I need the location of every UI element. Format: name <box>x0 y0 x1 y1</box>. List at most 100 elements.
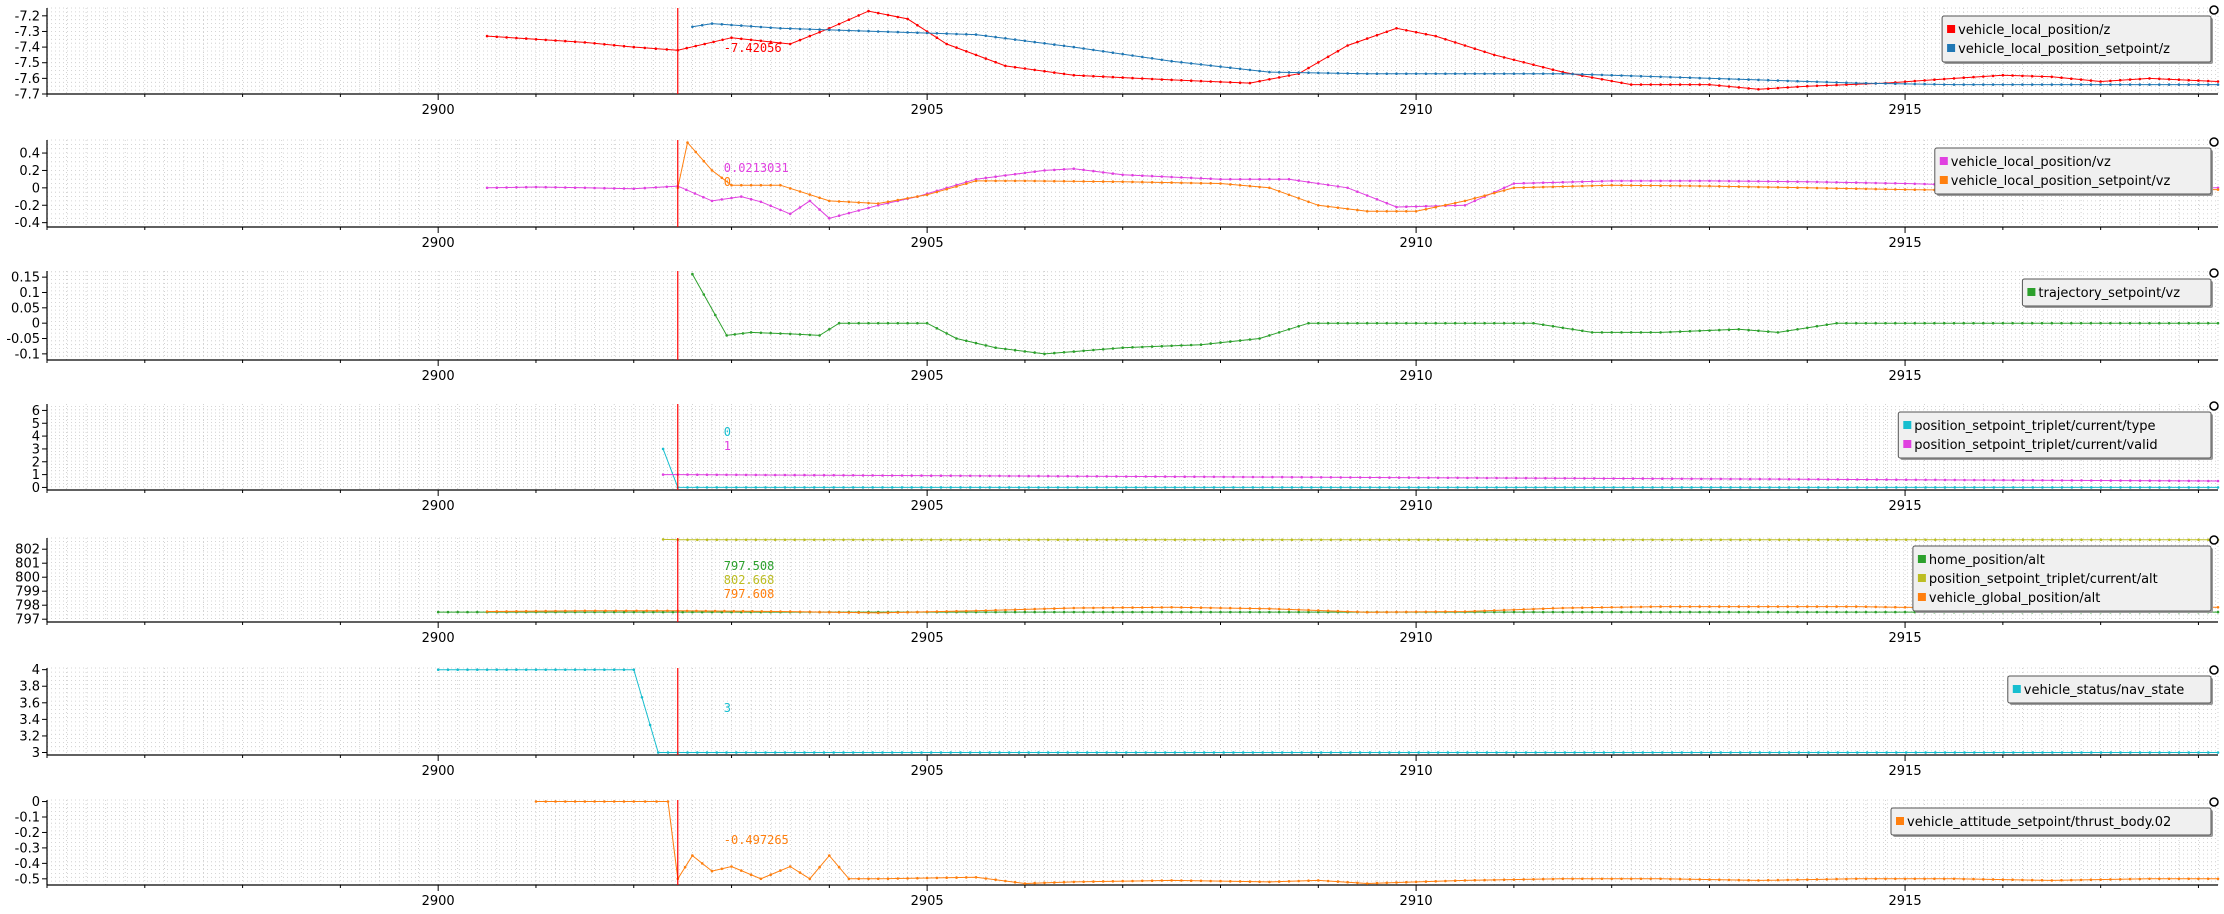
data-point <box>1787 477 1791 481</box>
grid-horizontal <box>47 667 2218 756</box>
data-point <box>1747 185 1750 189</box>
y-tick-label: 0 <box>32 181 40 196</box>
plot-panel-3[interactable]: 0.150.10.050-0.05-0.12900 2905 2910 2915tra… <box>6 268 2220 384</box>
legend[interactable]: position_setpoint_triplet/current/typepo… <box>1897 411 2213 460</box>
data-point <box>939 538 943 542</box>
legend[interactable]: home_position/altposition_setpoint_tripl… <box>1912 545 2213 613</box>
data-point <box>1356 72 1359 75</box>
x-tick-label: 2915 <box>1889 369 1922 384</box>
legend[interactable]: vehicle_local_position/zvehicle_local_po… <box>1941 15 2213 64</box>
data-point <box>1708 605 1711 608</box>
data-point <box>1027 538 1030 542</box>
data-point <box>783 751 787 754</box>
legend-label: position_setpoint_triplet/current/alt <box>1929 572 2158 587</box>
plot-panel-1[interactable]: -7.2-7.3-7.4-7.5-7.6-7.72900 2905 2910 2915… <box>15 5 2220 118</box>
data-point <box>1170 610 1173 614</box>
data-point <box>725 473 728 477</box>
data-point <box>1466 538 1469 542</box>
plot-panel-5[interactable]: 8028018007997987972900 2905 2910 2915797.50… <box>15 535 2220 646</box>
data-point <box>1600 78 1604 81</box>
data-point <box>1727 77 1731 81</box>
data-point <box>1659 605 1662 608</box>
data-point <box>1287 880 1291 883</box>
data-point <box>1365 210 1369 213</box>
data-point <box>925 31 929 35</box>
data-point <box>1463 44 1467 47</box>
data-point <box>2001 321 2005 325</box>
data-point <box>1199 79 1203 83</box>
plot-panel-7[interactable]: 0-0.1-0.2-0.3-0.4-0.52900 2905 2910 2915-0.… <box>15 795 2220 909</box>
panel-close-icon[interactable] <box>2209 665 2219 675</box>
legend[interactable]: vehicle_status/nav_state <box>2007 675 2213 705</box>
data-point <box>1056 538 1060 542</box>
data-point <box>1698 329 1701 333</box>
panel-close-icon[interactable] <box>2209 137 2219 147</box>
data-point <box>2109 751 2113 754</box>
data-point <box>1280 486 1284 489</box>
data-point <box>1602 751 1606 754</box>
panel-close-icon[interactable] <box>2209 797 2219 807</box>
data-point <box>1924 538 1927 542</box>
data-point <box>1339 486 1342 489</box>
legend[interactable]: trajectory_setpoint/vz <box>2021 278 2213 308</box>
data-point <box>2060 321 2063 325</box>
data-point <box>1778 477 1781 481</box>
grid-vertical <box>46 538 2219 622</box>
data-point <box>1033 40 1036 44</box>
data-point <box>945 42 948 46</box>
data-point <box>1502 608 1506 612</box>
data-point <box>1581 180 1584 183</box>
data-point <box>2099 83 2102 86</box>
data-point <box>1336 49 1340 53</box>
plot-panel-6[interactable]: 43.83.63.43.232900 2905 2910 29153vehicle_s… <box>19 663 2220 779</box>
data-point <box>1690 477 1693 481</box>
data-point <box>744 538 748 542</box>
plot-panel-4[interactable]: 65432102900 2905 2910 291501position_setpoi… <box>32 401 2220 514</box>
data-point <box>1806 186 1809 190</box>
data-point <box>1962 83 1965 86</box>
data-point <box>779 208 782 212</box>
data-point <box>1238 880 1242 883</box>
data-point <box>818 865 821 869</box>
data-point <box>1551 877 1555 881</box>
panel-close-icon[interactable] <box>2209 535 2219 545</box>
data-point <box>2177 751 2181 754</box>
data-point <box>1592 751 1596 754</box>
data-point <box>1894 188 1897 191</box>
data-point <box>1514 751 1518 754</box>
plot-panel-2[interactable]: 0.40.20-0.2-0.42900 2905 2910 29150.0213031… <box>15 137 2220 251</box>
data-point <box>1280 751 1284 754</box>
data-point <box>1150 181 1154 184</box>
data-point <box>2041 751 2044 754</box>
x-tick-label: 2905 <box>911 499 944 514</box>
data-point <box>1884 605 1887 609</box>
data-point <box>1290 751 1294 754</box>
data-point <box>1933 78 1936 81</box>
data-point <box>1017 486 1021 489</box>
data-point <box>1085 751 1089 754</box>
data-point <box>691 854 694 857</box>
data-point <box>436 610 440 614</box>
legend-swatch <box>1947 44 1956 52</box>
legend[interactable]: vehicle_attitude_setpoint/thrust_body.02 <box>1890 807 2213 837</box>
data-point <box>1815 186 1819 190</box>
data-point <box>1436 476 1440 480</box>
data-point <box>1290 475 1294 479</box>
panel-close-icon[interactable] <box>2209 5 2219 15</box>
legend-label: vehicle_local_position_setpoint/z <box>1958 42 2170 57</box>
panel-close-icon[interactable] <box>2209 268 2219 278</box>
data-point <box>593 668 596 671</box>
data-point <box>2090 479 2093 482</box>
data-point <box>1739 477 1742 481</box>
data-point <box>1414 72 1418 75</box>
legend[interactable]: vehicle_local_position/vzvehicle_local_p… <box>1934 147 2213 196</box>
data-point <box>2187 486 2191 489</box>
data-point <box>1407 476 1411 479</box>
data-point <box>920 538 923 542</box>
data-point <box>1845 181 1848 184</box>
data-point <box>1649 184 1653 187</box>
panel-close-icon[interactable] <box>2209 401 2219 411</box>
data-point <box>1326 55 1330 59</box>
data-point <box>654 186 658 189</box>
data-point <box>1698 878 1701 881</box>
